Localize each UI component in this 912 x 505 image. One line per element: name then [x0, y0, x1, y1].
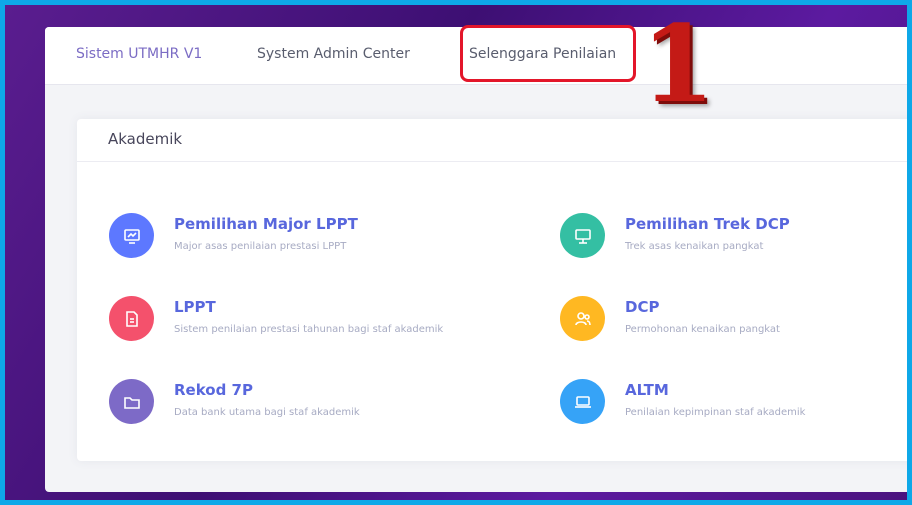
menu-item-altm[interactable]: ALTM Penilaian kepimpinan staf akademik — [560, 377, 907, 427]
card-title: Akademik — [77, 119, 907, 162]
menu-item-title: Pemilihan Trek DCP — [625, 215, 790, 233]
menu-item-title: Rekod 7P — [174, 381, 253, 399]
main-panel: Sistem UTMHR V1 System Admin Center Sele… — [45, 11, 907, 492]
folder-icon — [109, 379, 154, 424]
annotation-step-number: 1 — [641, 5, 715, 126]
menu-item-description: Data bank utama bagi staf akademik — [174, 407, 360, 418]
menu-item-description: Major asas penilaian prestasi LPPT — [174, 241, 347, 252]
menu-item-pemilihan-trek-dcp[interactable]: Pemilihan Trek DCP Trek asas kenaikan pa… — [560, 211, 907, 261]
menu-item-description: Sistem penilaian prestasi tahunan bagi s… — [174, 324, 444, 335]
monitor-chart-icon — [109, 213, 154, 258]
menu-item-lppt[interactable]: LPPT Sistem penilaian prestasi tahunan b… — [109, 294, 509, 344]
akademik-card: Akademik Pemilihan Major LPPT Major asas… — [77, 119, 907, 461]
users-icon — [560, 296, 605, 341]
document-icon — [109, 296, 154, 341]
menu-item-description: Penilaian kepimpinan staf akademik — [625, 407, 806, 418]
menu-item-title: LPPT — [174, 298, 216, 316]
screenshot-frame: Sistem UTMHR V1 System Admin Center Sele… — [5, 5, 907, 500]
menu-item-description: Permohonan kenaikan pangkat — [625, 324, 780, 335]
menu-item-description: Trek asas kenaikan pangkat — [625, 241, 764, 252]
menu-item-pemilihan-major-lppt[interactable]: Pemilihan Major LPPT Major asas penilaia… — [109, 211, 509, 261]
nav-link-system-admin-center[interactable]: System Admin Center — [257, 46, 410, 62]
presentation-icon — [560, 213, 605, 258]
menu-item-title: DCP — [625, 298, 660, 316]
menu-item-title: ALTM — [625, 381, 669, 399]
menu-item-rekod-7p[interactable]: Rekod 7P Data bank utama bagi staf akade… — [109, 377, 509, 427]
laptop-icon — [560, 379, 605, 424]
nav-link-sistem-utmhr[interactable]: Sistem UTMHR V1 — [76, 46, 202, 62]
menu-item-dcp[interactable]: DCP Permohonan kenaikan pangkat — [560, 294, 907, 344]
menu-item-title: Pemilihan Major LPPT — [174, 215, 358, 233]
annotation-highlight-box — [460, 25, 636, 82]
